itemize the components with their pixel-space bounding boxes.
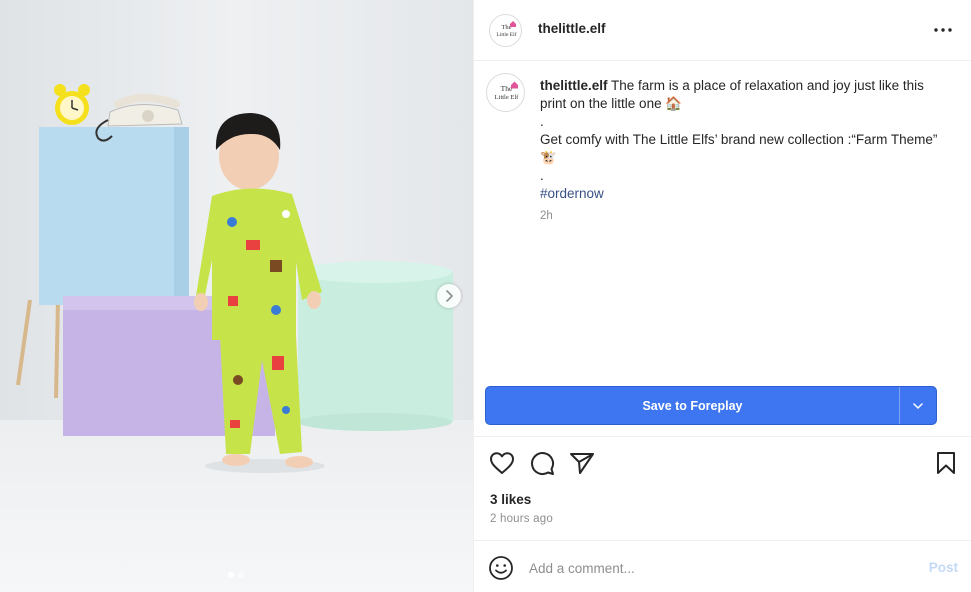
post-media[interactable] [0,0,473,592]
bookmark-button[interactable] [932,449,960,477]
carousel-dot-active [228,572,234,578]
comment-icon [531,452,555,476]
smiley-icon [489,556,513,580]
like-button[interactable] [488,449,516,477]
brand-logo: The Little Elf [495,81,519,101]
share-button[interactable] [568,449,596,477]
likes-count[interactable]: 3 likes [490,492,531,507]
comment-bar: Post [474,540,971,592]
caption-text-2: Get comfy with The Little Elfs’ brand ne… [540,132,938,165]
chevron-right-icon [446,290,453,302]
send-icon [570,453,594,474]
comment-input[interactable] [529,557,899,579]
emoji-button[interactable] [488,555,514,581]
save-to-foreplay-control: Save to Foreplay [485,386,937,425]
carousel-dot [238,572,244,578]
post-username[interactable]: thelittle.elf [538,21,606,36]
svg-text:Little Elf: Little Elf [495,94,519,101]
caption-first-line: thelittle.elf The farm is a place of rel… [540,77,950,113]
save-options-dropdown[interactable] [899,387,936,424]
caption-avatar[interactable]: The Little Elf [486,73,525,112]
more-options-button[interactable] [932,20,954,40]
divider [474,436,971,437]
heart-icon [490,452,514,474]
post-header: The Little Elf thelittle.elf [474,0,971,61]
post-caption: thelittle.elf The farm is a place of rel… [540,77,950,225]
post-details-panel: The Little Elf thelittle.elf The Little … [473,0,971,592]
post-photo [0,0,473,592]
post-comment-button[interactable]: Post [929,560,958,575]
post-timestamp[interactable]: 2 hours ago [490,513,553,525]
avatar[interactable]: The Little Elf [489,14,522,47]
caption-separator: . [540,114,544,129]
chevron-down-icon [913,402,923,409]
caption-area: The Little Elf thelittle.elf The farm is… [474,61,971,377]
caption-username[interactable]: thelittle.elf [540,78,608,93]
next-photo-button[interactable] [437,284,461,308]
carousel-indicator [228,572,244,578]
caption-separator-2: . [540,168,544,183]
caption-timestamp[interactable]: 2h [540,207,950,225]
svg-text:Little Elf: Little Elf [496,31,516,38]
brand-logo: The Little Elf [496,21,517,38]
save-to-foreplay-button[interactable]: Save to Foreplay [486,387,899,424]
more-horizontal-icon [934,28,952,32]
comment-button[interactable] [528,449,556,477]
hashtag-link[interactable]: #ordernow [540,185,950,203]
bookmark-icon [937,452,955,474]
